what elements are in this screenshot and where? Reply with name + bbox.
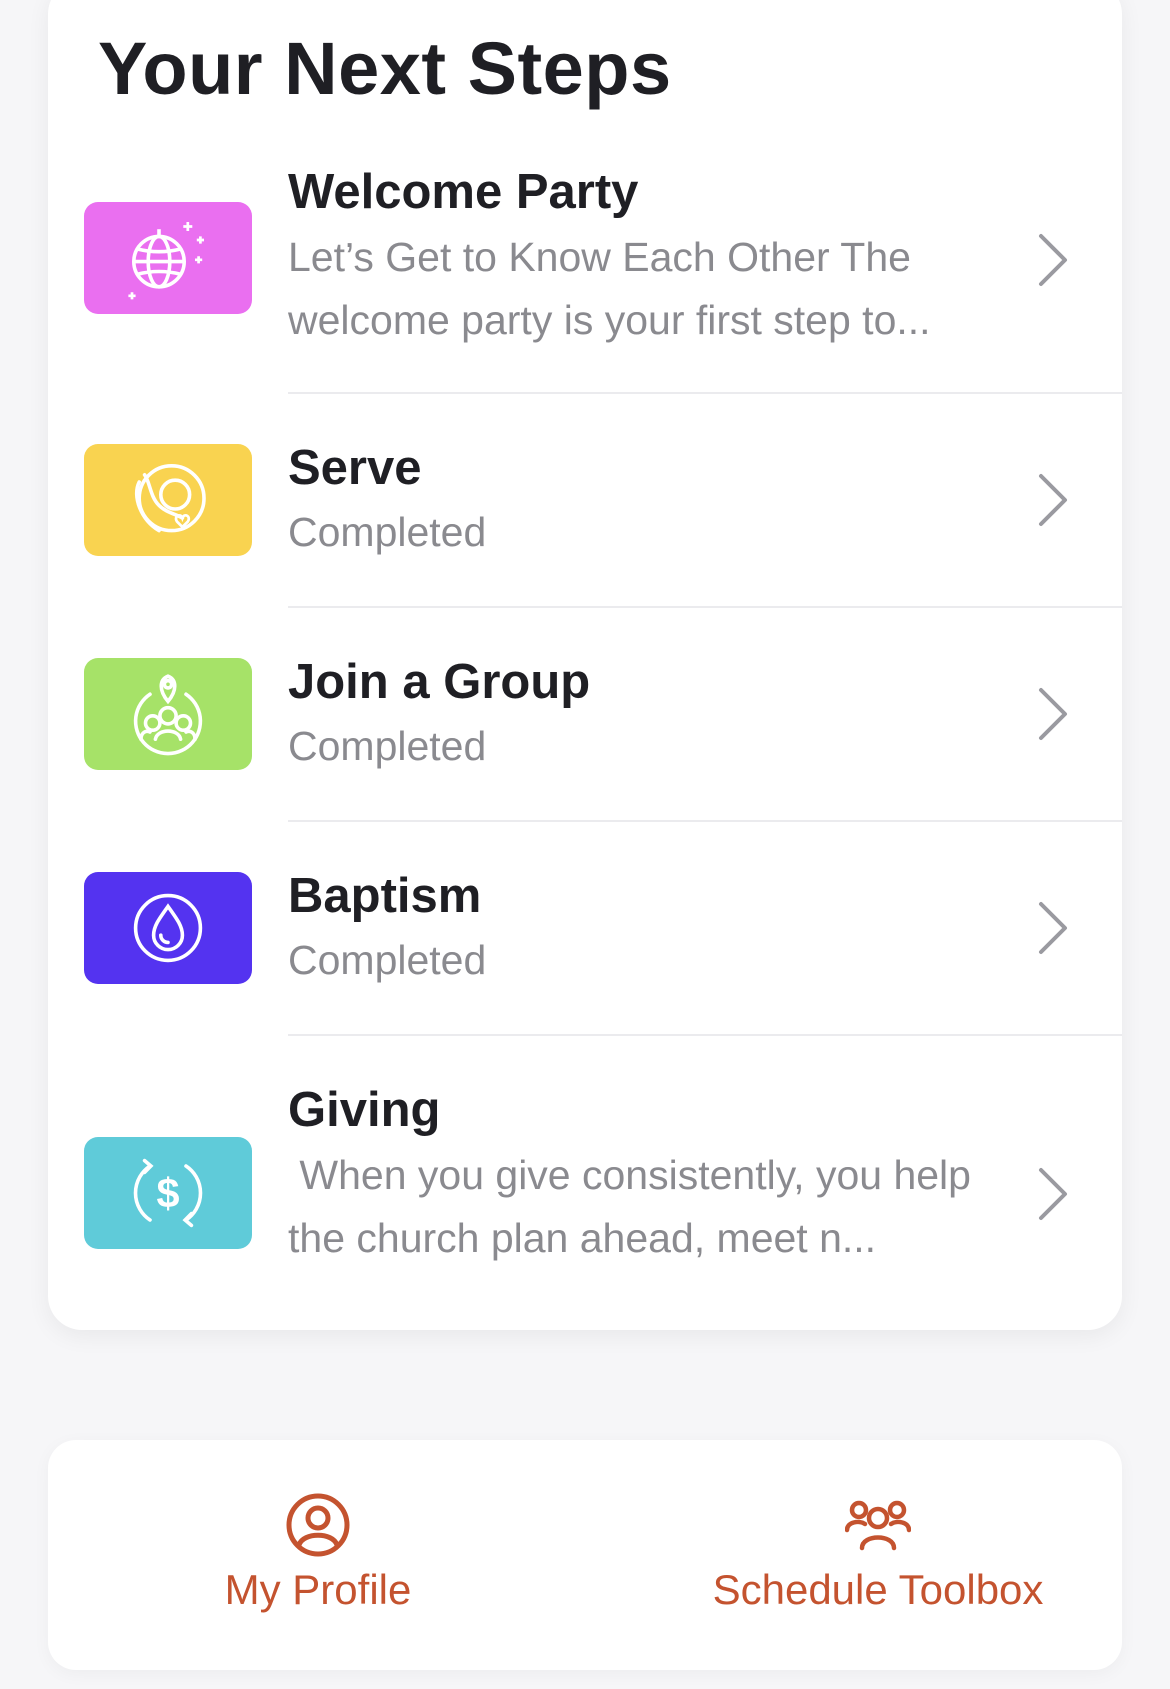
team-icon (845, 1500, 911, 1551)
section-title: Your Next Steps (98, 27, 672, 110)
baptism-tile (84, 872, 252, 984)
step-join-a-group[interactable]: Join a Group Completed (48, 608, 1122, 820)
svg-text:$: $ (156, 1170, 179, 1216)
step-subtitle: Let’s Get to Know Each Other The welcome… (288, 234, 931, 343)
step-title: Serve (288, 441, 422, 495)
schedule-toolbox-button[interactable]: Schedule Toolbox (678, 1440, 1078, 1670)
water-drop-icon (133, 893, 203, 963)
step-title: Baptism (288, 869, 482, 923)
step-serve[interactable]: Serve Completed (48, 394, 1122, 606)
join-a-group-tile (84, 658, 252, 770)
bottom-action-bar: My Profile Schedule Toolbox (48, 1440, 1122, 1670)
step-subtitle: When you give consistently, you help the… (288, 1152, 983, 1261)
chevron-right-icon (1039, 902, 1067, 954)
chevron-right-icon (1039, 234, 1067, 286)
profile-icon (286, 1493, 350, 1557)
my-profile-button[interactable]: My Profile (148, 1440, 488, 1670)
step-welcome-party[interactable]: Welcome Party Let’s Get to Know Each Oth… (48, 150, 1122, 390)
group-location-icon (133, 674, 203, 756)
welcome-party-tile (84, 202, 252, 314)
step-giving[interactable]: $ Giving When you give consistently, you… (48, 1036, 1122, 1326)
chevron-right-icon (1039, 688, 1067, 740)
disco-ball-icon (128, 222, 204, 300)
step-subtitle: Completed (288, 509, 487, 555)
serve-tile (84, 444, 252, 556)
step-title: Join a Group (288, 655, 591, 709)
my-profile-label: My Profile (224, 1566, 412, 1613)
schedule-toolbox-label: Schedule Toolbox (712, 1566, 1044, 1613)
step-subtitle: Completed (288, 723, 487, 769)
step-subtitle: Completed (288, 937, 487, 983)
step-title: Welcome Party (288, 165, 639, 219)
step-baptism[interactable]: Baptism Completed (48, 822, 1122, 1034)
serving-hand-icon (134, 464, 206, 533)
step-title: Giving (288, 1083, 441, 1137)
chevron-right-icon (1039, 1168, 1067, 1220)
chevron-right-icon (1039, 474, 1067, 526)
next-steps-card: Your Next Steps Welcome Party Let’s Get … (48, 0, 1122, 1330)
giving-tile: $ (84, 1137, 252, 1249)
dollar-cycle-icon: $ (133, 1158, 203, 1228)
